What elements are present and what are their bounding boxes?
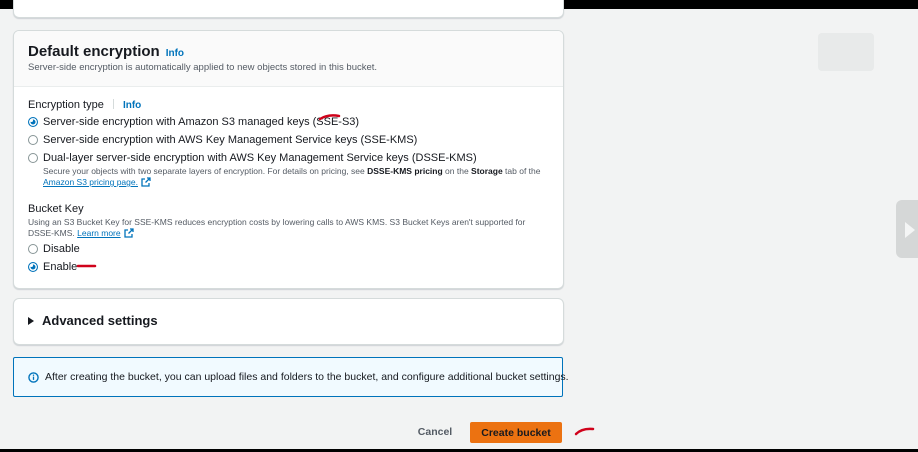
default-encryption-panel: Default encryption Info Server-side encry… — [13, 30, 564, 289]
cancel-button[interactable]: Cancel — [412, 422, 458, 442]
advanced-settings-expander[interactable]: Advanced settings — [13, 298, 564, 345]
external-link-icon[interactable] — [141, 177, 151, 187]
dsse-help-bold-pricing: DSSE-KMS pricing — [367, 166, 443, 176]
learn-more-link[interactable]: Learn more — [77, 228, 120, 238]
chevron-right-icon[interactable] — [905, 222, 915, 238]
radio-sse-kms-label: Server-side encryption with AWS Key Mana… — [43, 134, 418, 146]
radio-dsse-kms[interactable]: Dual-layer server-side encryption with A… — [28, 151, 477, 165]
title-info-link[interactable]: Info — [166, 48, 184, 59]
dsse-help-prefix: Secure your objects with two separate la… — [43, 166, 368, 176]
dsse-help-middle: on the — [442, 166, 472, 176]
label-divider — [112, 99, 114, 109]
annotation-mark-sse-s3 — [318, 114, 341, 121]
bucket-key-label: Bucket Key — [28, 203, 84, 215]
panel-description: Server-side encryption is automatically … — [28, 62, 378, 73]
bucket-key-help: Using an S3 Bucket Key for SSE-KMS reduc… — [28, 217, 543, 239]
radio-sse-s3-button[interactable] — [28, 117, 38, 127]
alert-text: After creating the bucket, you can uploa… — [45, 371, 569, 383]
panel-title: Default encryption Info — [28, 43, 184, 60]
panel-header: Default encryption Info Server-side encry… — [14, 31, 563, 87]
radio-enable-button[interactable] — [28, 262, 38, 272]
dsse-kms-help: Secure your objects with two separate la… — [43, 166, 553, 188]
radio-bucket-key-enable[interactable]: Enable — [28, 260, 77, 274]
previous-panel-edge — [13, 0, 564, 18]
dsse-help-bold-storage: Storage — [471, 166, 503, 176]
info-alert: After creating the bucket, you can uploa… — [13, 357, 569, 397]
radio-dsse-kms-label: Dual-layer server-side encryption with A… — [43, 152, 477, 164]
encryption-type-label: Encryption type Info — [28, 99, 141, 111]
external-link-icon[interactable] — [123, 228, 134, 238]
faded-button — [818, 33, 874, 71]
caret-right-icon — [28, 317, 34, 325]
panel-title-text: Default encryption — [28, 43, 160, 60]
s3-pricing-link[interactable]: Amazon S3 pricing page. — [43, 177, 138, 187]
annotation-mark-create — [574, 427, 595, 436]
advanced-settings-label: Advanced settings — [42, 313, 158, 328]
radio-dsse-kms-button[interactable] — [28, 153, 38, 163]
info-circle-icon — [28, 372, 39, 383]
encryption-type-label-text: Encryption type — [28, 99, 104, 111]
radio-sse-s3-label: Server-side encryption with Amazon S3 ma… — [43, 116, 360, 128]
radio-disable-label: Disable — [43, 243, 80, 255]
annotation-mark-enable — [76, 264, 97, 268]
dsse-help-suffix: tab of the — [502, 166, 541, 176]
radio-sse-kms[interactable]: Server-side encryption with AWS Key Mana… — [28, 133, 417, 147]
radio-bucket-key-disable[interactable]: Disable — [28, 242, 80, 256]
radio-sse-s3[interactable]: Server-side encryption with Amazon S3 ma… — [28, 115, 359, 129]
radio-disable-button[interactable] — [28, 244, 38, 254]
radio-sse-kms-button[interactable] — [28, 135, 38, 145]
radio-enable-label: Enable — [43, 261, 78, 273]
create-bucket-button[interactable]: Create bucket — [470, 422, 562, 443]
encryption-type-info-link[interactable]: Info — [123, 100, 141, 111]
